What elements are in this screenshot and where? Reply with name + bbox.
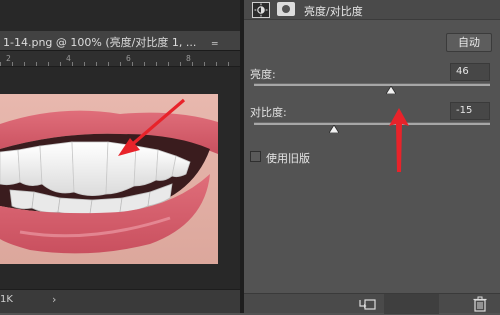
annotation-arrow-panel bbox=[388, 108, 410, 172]
brightness-slider-thumb[interactable] bbox=[385, 86, 396, 94]
trash-icon[interactable] bbox=[472, 296, 488, 312]
panel-footer bbox=[244, 293, 500, 314]
ruler-number: 4 bbox=[66, 54, 71, 63]
layer-mask-icon[interactable] bbox=[277, 2, 295, 16]
ruler-number: 8 bbox=[186, 54, 191, 63]
footer-toolbar-segment bbox=[384, 294, 439, 314]
legacy-checkbox[interactable] bbox=[250, 151, 261, 162]
status-zoom-value: 1K bbox=[0, 294, 13, 305]
contrast-slider-track[interactable] bbox=[254, 122, 490, 125]
teeth-photo[interactable] bbox=[0, 94, 218, 264]
panel-title: 亮度/对比度 bbox=[304, 5, 363, 18]
contrast-value-field[interactable]: -15 bbox=[450, 102, 490, 120]
document-tab[interactable]: 1-14.png @ 100% (亮度/对比度 1, ... ‗ bbox=[0, 31, 240, 51]
panel-header: 亮度/对比度 bbox=[244, 0, 500, 20]
brightness-slider-track[interactable] bbox=[254, 83, 490, 86]
contrast-slider-thumb[interactable] bbox=[329, 125, 340, 133]
brightness-label: 亮度: bbox=[250, 68, 276, 81]
properties-panel: 亮度/对比度 自动 亮度: 46 对比度: -15 使用旧版 bbox=[244, 0, 500, 314]
document-window: 1-14.png @ 100% (亮度/对比度 1, ... ‗ 2 4 6 8 bbox=[0, 0, 240, 313]
minimize-icon[interactable]: ‗ bbox=[212, 32, 222, 45]
status-menu-arrow-icon[interactable]: › bbox=[52, 293, 56, 306]
contrast-label: 对比度: bbox=[250, 106, 287, 119]
status-bar: 1K › bbox=[0, 289, 240, 313]
document-tab-label: 1-14.png @ 100% (亮度/对比度 1, ... bbox=[3, 36, 197, 49]
brightness-value-field[interactable]: 46 bbox=[450, 63, 490, 81]
legacy-checkbox-label: 使用旧版 bbox=[266, 152, 310, 165]
horizontal-ruler bbox=[0, 51, 240, 67]
ruler-number: 6 bbox=[126, 54, 131, 63]
clip-to-layer-icon[interactable] bbox=[357, 296, 379, 312]
ruler-number: 2 bbox=[6, 54, 11, 63]
auto-button[interactable]: 自动 bbox=[446, 33, 492, 52]
layer-mask-icon-dot bbox=[282, 5, 290, 13]
brightness-adjustment-icon[interactable] bbox=[252, 2, 270, 18]
